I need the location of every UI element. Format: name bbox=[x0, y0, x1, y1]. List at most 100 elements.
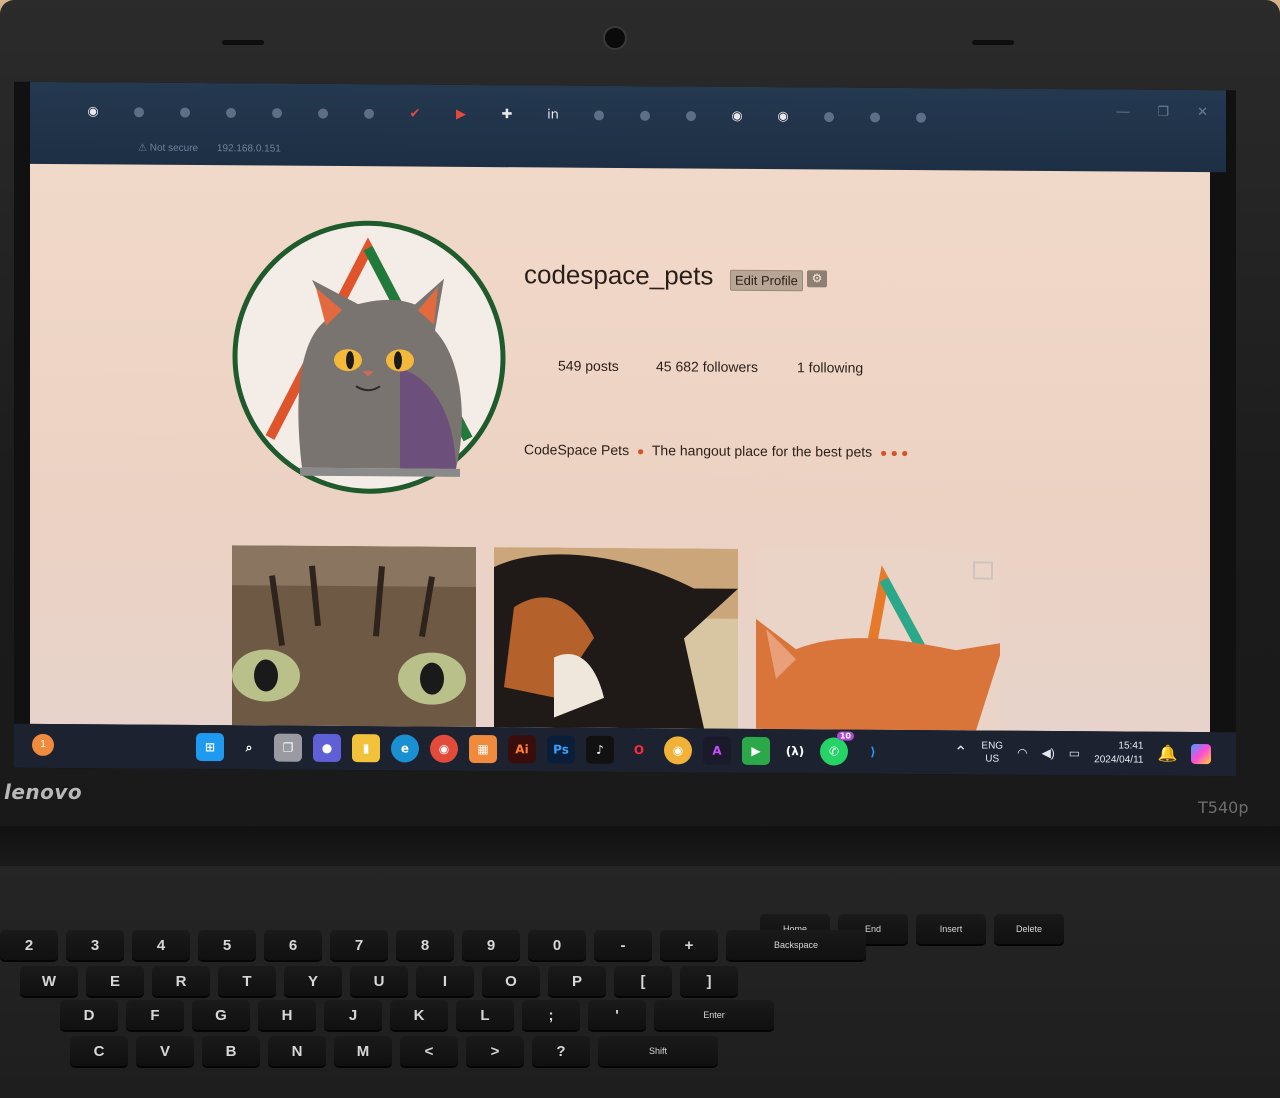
minimize-icon[interactable]: — bbox=[1116, 103, 1129, 119]
edit-profile-button[interactable]: Edit Profile bbox=[730, 269, 803, 292]
key-[interactable]: ; bbox=[522, 1000, 580, 1030]
browser-tab[interactable]: ● bbox=[622, 104, 668, 126]
photoshop-icon[interactable]: Ps bbox=[547, 735, 575, 764]
key-d[interactable]: D bbox=[60, 1000, 118, 1030]
wifi-icon[interactable]: ◠ bbox=[1017, 746, 1027, 760]
clock[interactable]: 15:41 2024/04/11 bbox=[1094, 739, 1143, 767]
key-[interactable]: [ bbox=[614, 966, 672, 996]
key-g[interactable]: G bbox=[192, 1000, 250, 1030]
tab-check-icon[interactable]: ✔ bbox=[392, 102, 438, 124]
notification-bell-icon[interactable]: 🔔 bbox=[1157, 744, 1177, 764]
key-o[interactable]: O bbox=[482, 966, 540, 996]
chrome-icon[interactable]: ◉ bbox=[430, 734, 458, 763]
store-icon[interactable]: ▦ bbox=[469, 734, 497, 764]
key-n[interactable]: N bbox=[268, 1036, 326, 1066]
key-[interactable]: ? bbox=[532, 1036, 590, 1066]
browser-tab[interactable]: ● bbox=[162, 101, 208, 123]
key-f[interactable]: F bbox=[126, 1000, 184, 1030]
key-3[interactable]: 3 bbox=[66, 930, 124, 960]
key-u[interactable]: U bbox=[350, 966, 408, 996]
key-9[interactable]: 9 bbox=[462, 930, 520, 960]
key-e[interactable]: E bbox=[86, 966, 144, 996]
tab-github-icon[interactable]: ◉ bbox=[760, 105, 806, 127]
post-thumbnail[interactable] bbox=[494, 547, 738, 729]
key-c[interactable]: C bbox=[70, 1036, 128, 1066]
browser-tab[interactable]: ● bbox=[806, 105, 852, 127]
key-w[interactable]: W bbox=[20, 966, 78, 996]
opera-icon[interactable]: O bbox=[625, 736, 653, 764]
key-[interactable]: ] bbox=[680, 966, 738, 996]
key-t[interactable]: T bbox=[218, 966, 276, 996]
key-[interactable]: - bbox=[594, 930, 652, 960]
start-icon[interactable]: ⊞ bbox=[196, 733, 224, 762]
browser-tab[interactable]: ● bbox=[116, 100, 162, 122]
followers-count[interactable]: 45 682 followers bbox=[656, 358, 758, 375]
browser-tab[interactable]: ● bbox=[576, 104, 622, 126]
vscode-icon[interactable]: ⟩ bbox=[859, 738, 887, 766]
key-backspace[interactable]: Backspace bbox=[726, 930, 866, 960]
battery-icon[interactable]: ▭ bbox=[1069, 746, 1080, 760]
browser-tab[interactable]: ● bbox=[852, 106, 898, 128]
key-[interactable]: + bbox=[660, 930, 718, 960]
settings-gear-icon[interactable]: ⚙ bbox=[807, 270, 827, 288]
chrome-canary-icon[interactable]: ◉ bbox=[664, 736, 692, 765]
key-l[interactable]: L bbox=[456, 1000, 514, 1030]
browser-tab[interactable]: ● bbox=[208, 101, 254, 123]
key-v[interactable]: V bbox=[136, 1036, 194, 1066]
tab-plus-icon[interactable]: ✚ bbox=[484, 103, 530, 125]
browser-tab[interactable]: ● bbox=[346, 102, 392, 124]
copilot-icon[interactable] bbox=[1191, 743, 1212, 765]
key-[interactable]: ' bbox=[588, 1000, 646, 1030]
key-y[interactable]: Y bbox=[284, 966, 342, 996]
key-b[interactable]: B bbox=[202, 1036, 260, 1066]
key-m[interactable]: M bbox=[334, 1036, 392, 1066]
key-7[interactable]: 7 bbox=[330, 930, 388, 960]
key-j[interactable]: J bbox=[324, 1000, 382, 1030]
illustrator-icon[interactable]: Ai bbox=[508, 735, 536, 764]
post-thumbnail[interactable] bbox=[756, 548, 1000, 731]
tab-linkedin-icon[interactable]: in bbox=[530, 103, 576, 125]
tab-github-icon[interactable]: ◉ bbox=[70, 100, 116, 122]
key-2[interactable]: 2 bbox=[0, 930, 58, 960]
key-r[interactable]: R bbox=[152, 966, 210, 996]
meet-icon[interactable]: ▶ bbox=[742, 736, 770, 766]
tab-youtube-icon[interactable]: ▶ bbox=[438, 103, 484, 125]
arc-icon[interactable]: A bbox=[703, 736, 731, 765]
tiktok-icon[interactable]: ♪ bbox=[586, 735, 614, 764]
tab-github-icon[interactable]: ◉ bbox=[714, 105, 760, 127]
browser-tab[interactable]: ● bbox=[668, 104, 714, 126]
key-h[interactable]: H bbox=[258, 1000, 316, 1030]
post-thumbnail[interactable] bbox=[232, 545, 476, 727]
browser-tab[interactable]: ● bbox=[300, 102, 346, 124]
lambda-icon[interactable]: (λ) bbox=[781, 737, 809, 765]
edge-icon[interactable]: e bbox=[391, 734, 419, 763]
whatsapp-icon[interactable]: ✆ 10 bbox=[820, 731, 854, 766]
language-indicator[interactable]: ENG US bbox=[981, 739, 1003, 765]
chat-icon[interactable]: ● bbox=[313, 733, 341, 763]
key-[interactable]: < bbox=[400, 1036, 458, 1066]
key-[interactable]: > bbox=[466, 1036, 524, 1066]
following-count[interactable]: 1 following bbox=[797, 359, 863, 375]
browser-tab[interactable]: ● bbox=[898, 106, 944, 128]
key-shift[interactable]: Shift bbox=[598, 1036, 718, 1066]
weather-widget-icon[interactable]: 1 bbox=[32, 733, 54, 757]
task-view-icon[interactable]: ❐ bbox=[274, 733, 302, 762]
key-6[interactable]: 6 bbox=[264, 930, 322, 960]
key-insert[interactable]: Insert bbox=[916, 914, 986, 944]
key-p[interactable]: P bbox=[548, 966, 606, 996]
restore-icon[interactable]: ❐ bbox=[1157, 104, 1169, 120]
key-4[interactable]: 4 bbox=[132, 930, 190, 960]
key-0[interactable]: 0 bbox=[528, 930, 586, 960]
file-explorer-icon[interactable]: ▮ bbox=[352, 734, 380, 763]
search-icon[interactable]: ⌕ bbox=[235, 733, 263, 761]
key-8[interactable]: 8 bbox=[396, 930, 454, 960]
key-k[interactable]: K bbox=[390, 1000, 448, 1030]
key-delete[interactable]: Delete bbox=[994, 914, 1064, 944]
browser-tab[interactable]: ● bbox=[254, 101, 300, 123]
key-5[interactable]: 5 bbox=[198, 930, 256, 960]
address-bar[interactable]: ⚠ Not secure 192.168.0.151 bbox=[138, 143, 281, 155]
chevron-up-icon[interactable]: ⌃ bbox=[954, 742, 967, 762]
key-enter[interactable]: Enter bbox=[654, 1000, 774, 1030]
key-i[interactable]: I bbox=[416, 966, 474, 996]
volume-icon[interactable]: ◀) bbox=[1042, 746, 1055, 760]
